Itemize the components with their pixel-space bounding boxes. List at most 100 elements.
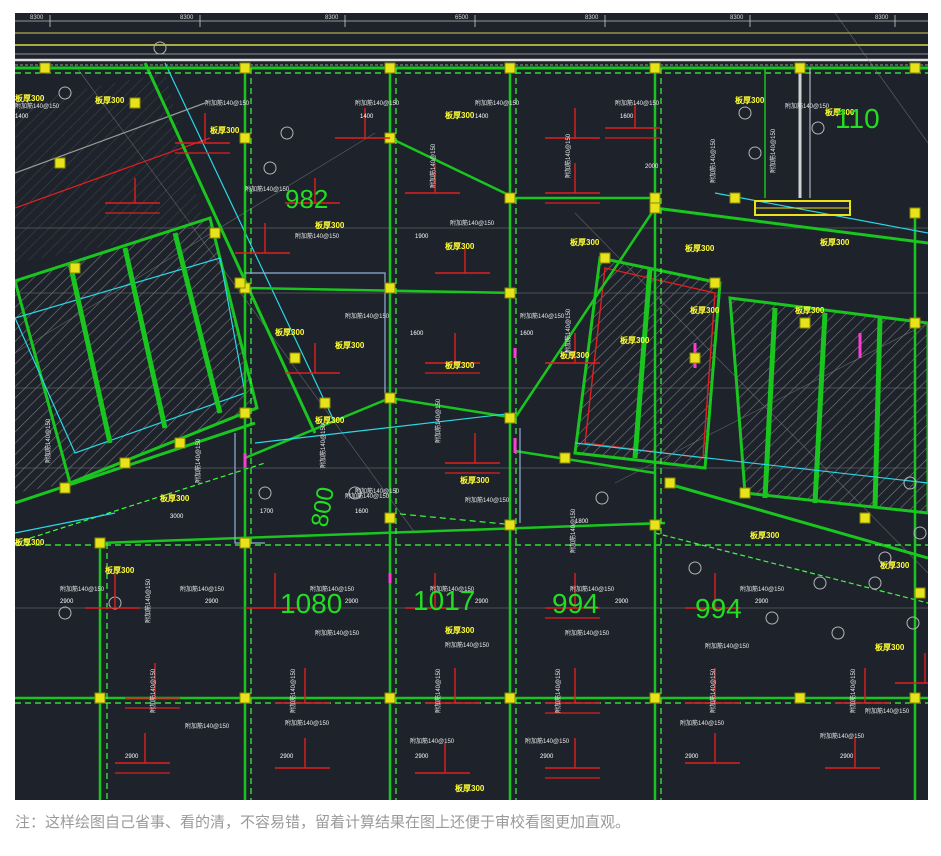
top-dimension-label: 8300 [180, 15, 194, 21]
span-label: 1900 [415, 234, 429, 240]
vertical-rebar-label: 附加筋140@150 [709, 668, 717, 713]
beam-label: 板厚300 [620, 335, 650, 345]
column [649, 192, 661, 204]
span-label: 2900 [475, 599, 489, 605]
vertical-rebar-label: 附加筋140@150 [429, 143, 437, 188]
column [859, 512, 871, 524]
top-dimension-label: 8300 [875, 15, 889, 21]
column [504, 192, 516, 204]
column [794, 692, 806, 704]
column [319, 397, 331, 409]
rebar-leader [605, 103, 660, 139]
column [689, 352, 701, 364]
column [909, 62, 921, 74]
column [909, 317, 921, 329]
column [664, 477, 676, 489]
rebar-label: 附加筋140@150 [410, 737, 455, 745]
rebar-label: 附加筋140@150 [185, 722, 230, 730]
column [119, 457, 131, 469]
vertical-rebar-label: 附加筋140@150 [319, 423, 327, 468]
beam-label: 板厚300 [15, 93, 45, 103]
span-label: 1600 [410, 331, 424, 337]
vertical-rebar-label: 附加筋140@150 [554, 668, 562, 713]
column [384, 62, 396, 74]
span-label: 2900 [685, 754, 699, 760]
column [799, 317, 811, 329]
column [129, 97, 141, 109]
caption-note: 注：这样绘图自己省事、看的清，不容易错，留着计算结果在图上还便于审校看图更加直观… [15, 813, 631, 831]
column [384, 392, 396, 404]
top-dimension-label: 6500 [455, 15, 469, 21]
rebar-label: 附加筋140@150 [60, 585, 105, 593]
beam-label: 板厚300 [570, 237, 600, 247]
rebar-label: 附加筋140@150 [450, 219, 495, 227]
beam-label: 板厚300 [685, 243, 715, 253]
span-label: 1400 [475, 114, 489, 120]
rebar-leader [275, 738, 330, 769]
vertical-rebar-label: 附加筋140@150 [144, 578, 152, 623]
cad-drawing: 8300 8300 8300 6500 8300 8300 8300 板厚300 板厚300 板… [15, 13, 928, 800]
beam-label: 板厚300 [460, 475, 490, 485]
column [909, 207, 921, 219]
vertical-rebar-label: 附加筋140@150 [709, 138, 717, 183]
beam-label: 板厚300 [690, 305, 720, 315]
beam-label: 板厚300 [160, 493, 190, 503]
column [649, 202, 661, 214]
area-result-label: 994 [552, 588, 599, 619]
column [729, 192, 741, 204]
rebar-label: 附加筋140@150 [295, 232, 340, 240]
beam-label: 板厚300 [275, 327, 305, 337]
span-label: 1400 [15, 114, 29, 120]
span-label: 2900 [540, 754, 554, 760]
column [59, 482, 71, 494]
vertical-rebar-label: 附加筋140@150 [434, 398, 442, 443]
span-label: 2900 [125, 754, 139, 760]
beam-label: 板厚300 [735, 95, 765, 105]
column [239, 692, 251, 704]
beam-label: 板厚300 [445, 241, 475, 251]
span-label: 2000 [645, 164, 659, 170]
rebar-label: 附加筋140@150 [565, 629, 610, 637]
rebar-leader [895, 653, 928, 684]
vertical-rebar-label: 附加筋140@150 [44, 418, 52, 463]
beam-label: 板厚300 [105, 565, 135, 575]
span-label: 3000 [170, 514, 184, 520]
rebar-label: 附加筋140@150 [15, 102, 60, 110]
column [649, 692, 661, 704]
vertical-rebar-label: 附加筋140@150 [289, 668, 297, 713]
column [384, 512, 396, 524]
vertical-rebar-label: 附加筋140@150 [564, 308, 572, 353]
floor-plan-svg: 8300 8300 8300 6500 8300 8300 8300 板厚300 板厚300 板… [15, 13, 928, 800]
column [504, 412, 516, 424]
rebar-label: 附加筋140@150 [525, 737, 570, 745]
span-label: 2900 [415, 754, 429, 760]
top-dimension-label: 8300 [585, 15, 599, 21]
rebar-label: 附加筋140@150 [680, 719, 725, 727]
area-result-label: 1080 [280, 588, 342, 619]
rebar-label: 附加筋140@150 [520, 312, 565, 320]
vertical-rebar-label: 附加筋140@150 [194, 438, 202, 483]
column [289, 352, 301, 364]
column [504, 62, 516, 74]
span-label: 2900 [280, 754, 294, 760]
area-result-label: 994 [695, 593, 742, 624]
vertical-rebar-label: 附加筋140@150 [569, 508, 577, 553]
column [709, 277, 721, 289]
column [94, 537, 106, 549]
column [94, 692, 106, 704]
area-result-label: 110 [835, 103, 880, 134]
column [909, 692, 921, 704]
span-label: 1700 [260, 509, 274, 515]
column [914, 587, 926, 599]
span-label: 1600 [620, 114, 634, 120]
rebar-label: 附加筋140@150 [865, 707, 910, 715]
span-label: 2900 [205, 599, 219, 605]
beam-label: 板厚300 [750, 530, 780, 540]
beam-label: 板厚300 [315, 415, 345, 425]
column [599, 252, 611, 264]
column [239, 407, 251, 419]
beam-label: 板厚300 [445, 110, 475, 120]
vertical-rebar-label: 附加筋140@150 [149, 668, 157, 713]
column [384, 692, 396, 704]
rebar-label: 附加筋140@150 [180, 585, 225, 593]
